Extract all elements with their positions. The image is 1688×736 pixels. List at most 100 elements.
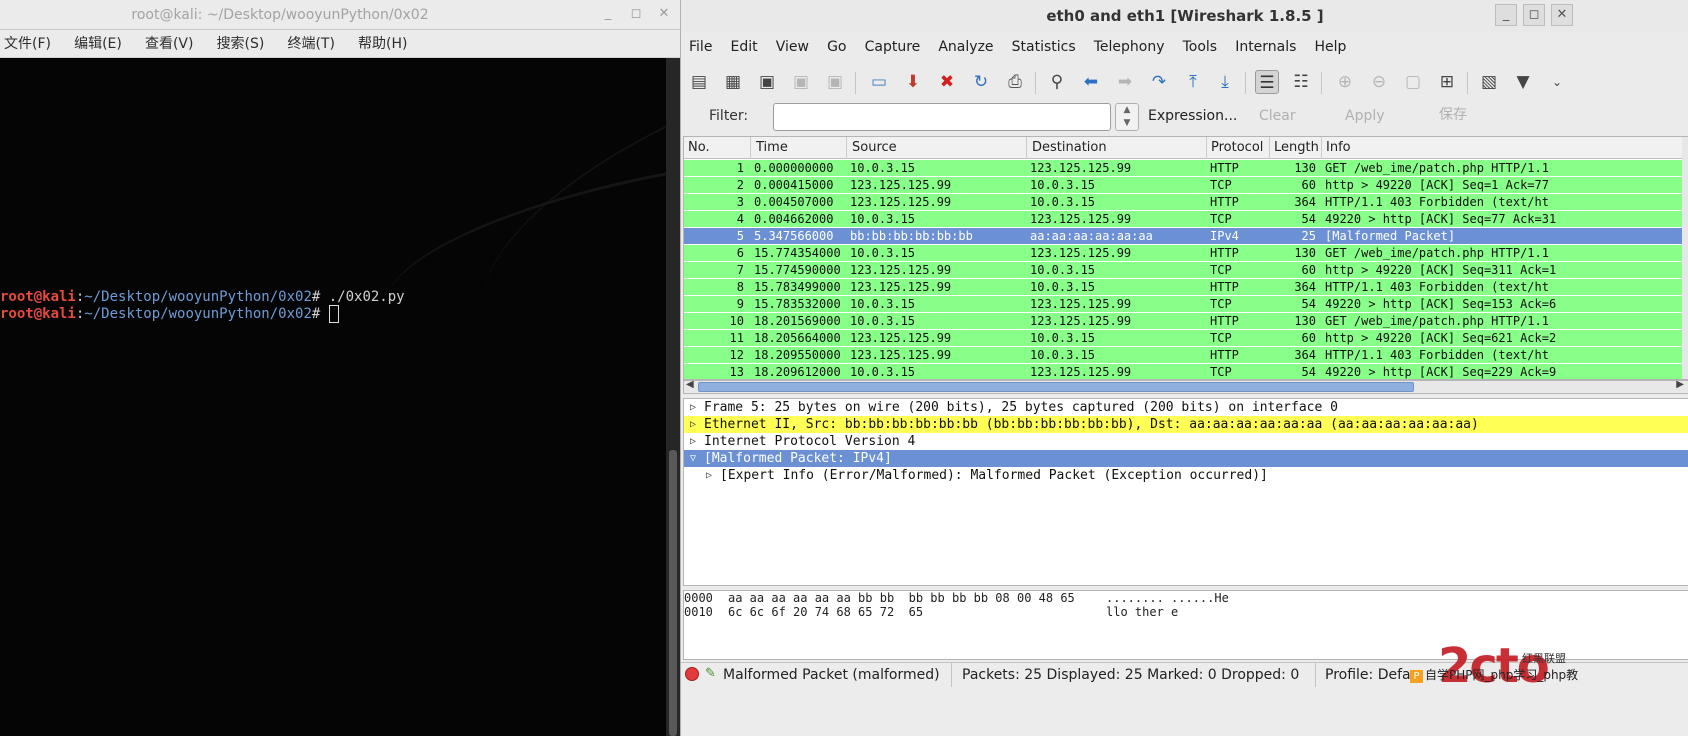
column-protocol[interactable]: Protocol (1211, 140, 1263, 155)
terminal-screen[interactable]: root@kali:~/Desktop/wooyunPython/0x02# .… (0, 58, 666, 736)
collapsed-arrow-icon[interactable]: ▷ (706, 467, 716, 484)
packet-row[interactable]: 13 18.209612000 10.0.3.15 123.125.125.99 TCP… (684, 364, 1688, 379)
menu-help[interactable]: Help (1315, 32, 1347, 62)
packet-row[interactable]: 1 0.000000000 10.0.3.15 123.125.125.99 HTTP 1… (684, 160, 1688, 177)
colorize-icon[interactable]: ☰ (1255, 70, 1279, 94)
expanded-arrow-icon[interactable]: ▽ (690, 450, 700, 467)
close-icon[interactable]: ✕ (656, 6, 672, 22)
packet-row[interactable]: 2 0.000415000 123.125.125.99 10.0.3.15 TCP 60… (684, 177, 1688, 194)
packet-row[interactable]: 11 18.205664000 123.125.125.99 10.0.3.15 TCP… (684, 330, 1688, 347)
menu-statistics[interactable]: Statistics (1012, 32, 1076, 62)
packet-row[interactable]: 9 15.783532000 10.0.3.15 123.125.125.99 TCP 5… (684, 296, 1688, 313)
reload-icon[interactable]: ↻ (969, 70, 993, 94)
apply-button[interactable]: Apply (1345, 108, 1385, 124)
scroll-left-icon[interactable]: ◀ (686, 379, 694, 390)
packet-row[interactable]: 4 0.004662000 10.0.3.15 123.125.125.99 TCP 54… (684, 211, 1688, 228)
menu-view[interactable]: View (776, 32, 809, 62)
open-file-icon[interactable]: ▭ (867, 70, 891, 94)
scroll-right-icon[interactable]: ▶ (1676, 379, 1684, 390)
capture-filters-icon[interactable]: ▧ (1477, 70, 1501, 94)
packet-list-scrollbar[interactable] (1682, 137, 1688, 379)
detail-tree-item[interactable]: ▷ Frame 5: 25 bytes on wire (200 bits), 2… (684, 399, 1688, 416)
packet-list-hscrollbar[interactable]: ◀ ▶ (683, 379, 1688, 394)
packet-row[interactable]: 7 15.774590000 123.125.125.99 10.0.3.15 TCP 6… (684, 262, 1688, 279)
print-icon[interactable]: ⎙ (1003, 70, 1027, 94)
restart-capture-icon[interactable]: ▣ (823, 70, 847, 94)
close-icon[interactable]: ✕ (1551, 4, 1573, 26)
capture-options-icon[interactable]: ▦ (721, 70, 745, 94)
column-no[interactable]: No. (688, 140, 710, 155)
column-source[interactable]: Source (852, 140, 897, 155)
collapsed-arrow-icon[interactable]: ▷ (690, 433, 700, 450)
filter-input[interactable] (773, 103, 1111, 131)
save-filter-button[interactable]: 保存 (1439, 104, 1467, 124)
menu-analyze[interactable]: Analyze (938, 32, 993, 62)
scrollbar-thumb[interactable] (698, 382, 1414, 392)
collapsed-arrow-icon[interactable]: ▷ (690, 416, 700, 433)
packet-list[interactable]: No. Time Source Destination Protocol Len… (683, 136, 1688, 380)
status-profile[interactable]: Profile: Defau (1325, 667, 1419, 683)
go-forward-icon[interactable]: ➡ (1113, 70, 1137, 94)
detail-tree-item[interactable]: ▷ Internet Protocol Version 4 (684, 433, 1688, 450)
packet-row[interactable]: 8 15.783499000 123.125.125.99 10.0.3.15 HTTP… (684, 279, 1688, 296)
detail-tree-item[interactable]: ▷ Ethernet II, Src: bb:bb:bb:bb:bb:bb (bb… (684, 416, 1688, 433)
packet-row[interactable]: 12 18.209550000 123.125.125.99 10.0.3.15 HTT… (684, 347, 1688, 364)
column-time[interactable]: Time (756, 140, 788, 155)
minimize-icon[interactable]: _ (600, 6, 616, 22)
zoom-in-icon[interactable]: ⊕ (1333, 70, 1357, 94)
packet-cell-info: HTTP/1.1 403 Forbidden (text/ht (1325, 195, 1549, 209)
capture-comment-icon[interactable]: ✎ (703, 666, 718, 681)
terminal-menu-terminal[interactable]: 终端(T) (287, 30, 334, 58)
go-to-packet-icon[interactable]: ↷ (1147, 70, 1171, 94)
terminal-menu-view[interactable]: 查看(V) (145, 30, 194, 58)
find-packet-icon[interactable]: ⚲ (1045, 70, 1069, 94)
detail-tree-label: [Malformed Packet: IPv4] (704, 451, 892, 466)
terminal-menu-help[interactable]: 帮助(H) (358, 30, 407, 58)
clear-button[interactable]: Clear (1259, 108, 1296, 124)
terminal-menu-edit[interactable]: 编辑(E) (74, 30, 122, 58)
menu-edit[interactable]: Edit (731, 32, 758, 62)
packet-details[interactable]: ▷ Frame 5: 25 bytes on wire (200 bits), 2… (683, 398, 1688, 586)
menu-go[interactable]: Go (827, 32, 846, 62)
interfaces-icon[interactable]: ▤ (687, 70, 711, 94)
normal-size-icon[interactable]: ▢ (1401, 70, 1425, 94)
detail-tree-item[interactable]: ▽ [Malformed Packet: IPv4] (684, 450, 1688, 467)
first-packet-icon[interactable]: ⤒ (1181, 70, 1205, 94)
packet-row[interactable]: 6 15.774354000 10.0.3.15 123.125.125.99 HTTP… (684, 245, 1688, 262)
menu-file[interactable]: File (689, 32, 712, 62)
scrollbar-thumb[interactable] (669, 450, 677, 736)
terminal-menu-search[interactable]: 搜索(S) (217, 30, 265, 58)
go-back-icon[interactable]: ⬅ (1079, 70, 1103, 94)
packet-row[interactable]: 5 5.347566000 bb:bb:bb:bb:bb:bb aa:aa:aa:aa… (684, 228, 1688, 245)
maximize-icon[interactable]: ◻ (628, 6, 644, 22)
terminal-scrollbar[interactable] (666, 58, 680, 736)
column-destination[interactable]: Destination (1032, 140, 1107, 155)
resize-columns-icon[interactable]: ⊞ (1435, 70, 1459, 94)
last-packet-icon[interactable]: ⤓ (1213, 70, 1237, 94)
detail-tree-item[interactable]: ▷ [Expert Info (Error/Malformed): Malform… (684, 467, 1688, 484)
auto-scroll-icon[interactable]: ☷ (1289, 70, 1313, 94)
terminal-menu-file[interactable]: 文件(F) (4, 30, 51, 58)
maximize-icon[interactable]: ◻ (1523, 4, 1545, 26)
expert-info-icon[interactable] (685, 667, 699, 681)
save-file-icon[interactable]: ⬇ (901, 70, 925, 94)
zoom-out-icon[interactable]: ⊖ (1367, 70, 1391, 94)
column-info[interactable]: Info (1326, 140, 1351, 155)
close-file-icon[interactable]: ✖ (935, 70, 959, 94)
packet-row[interactable]: 3 0.004507000 123.125.125.99 10.0.3.15 HTTP 3… (684, 194, 1688, 211)
stop-capture-icon[interactable]: ▣ (789, 70, 813, 94)
more-icon[interactable]: ⌄ (1545, 70, 1569, 94)
start-capture-icon[interactable]: ▣ (755, 70, 779, 94)
minimize-icon[interactable]: _ (1495, 4, 1517, 26)
menu-tools[interactable]: Tools (1183, 32, 1218, 62)
menu-internals[interactable]: Internals (1235, 32, 1296, 62)
menu-telephony[interactable]: Telephony (1094, 32, 1165, 62)
expression-button[interactable]: Expression... (1148, 108, 1237, 124)
collapsed-arrow-icon[interactable]: ▷ (690, 399, 700, 416)
packet-row[interactable]: 10 18.201569000 10.0.3.15 123.125.125.99 HTT… (684, 313, 1688, 330)
column-length[interactable]: Length (1274, 140, 1319, 155)
packet-cell-time: 18.209612000 (754, 365, 841, 379)
display-filters-icon[interactable]: ▼ (1511, 70, 1535, 94)
menu-capture[interactable]: Capture (865, 32, 921, 62)
filter-history-spinner[interactable]: ▲ ▼ (1115, 103, 1139, 131)
